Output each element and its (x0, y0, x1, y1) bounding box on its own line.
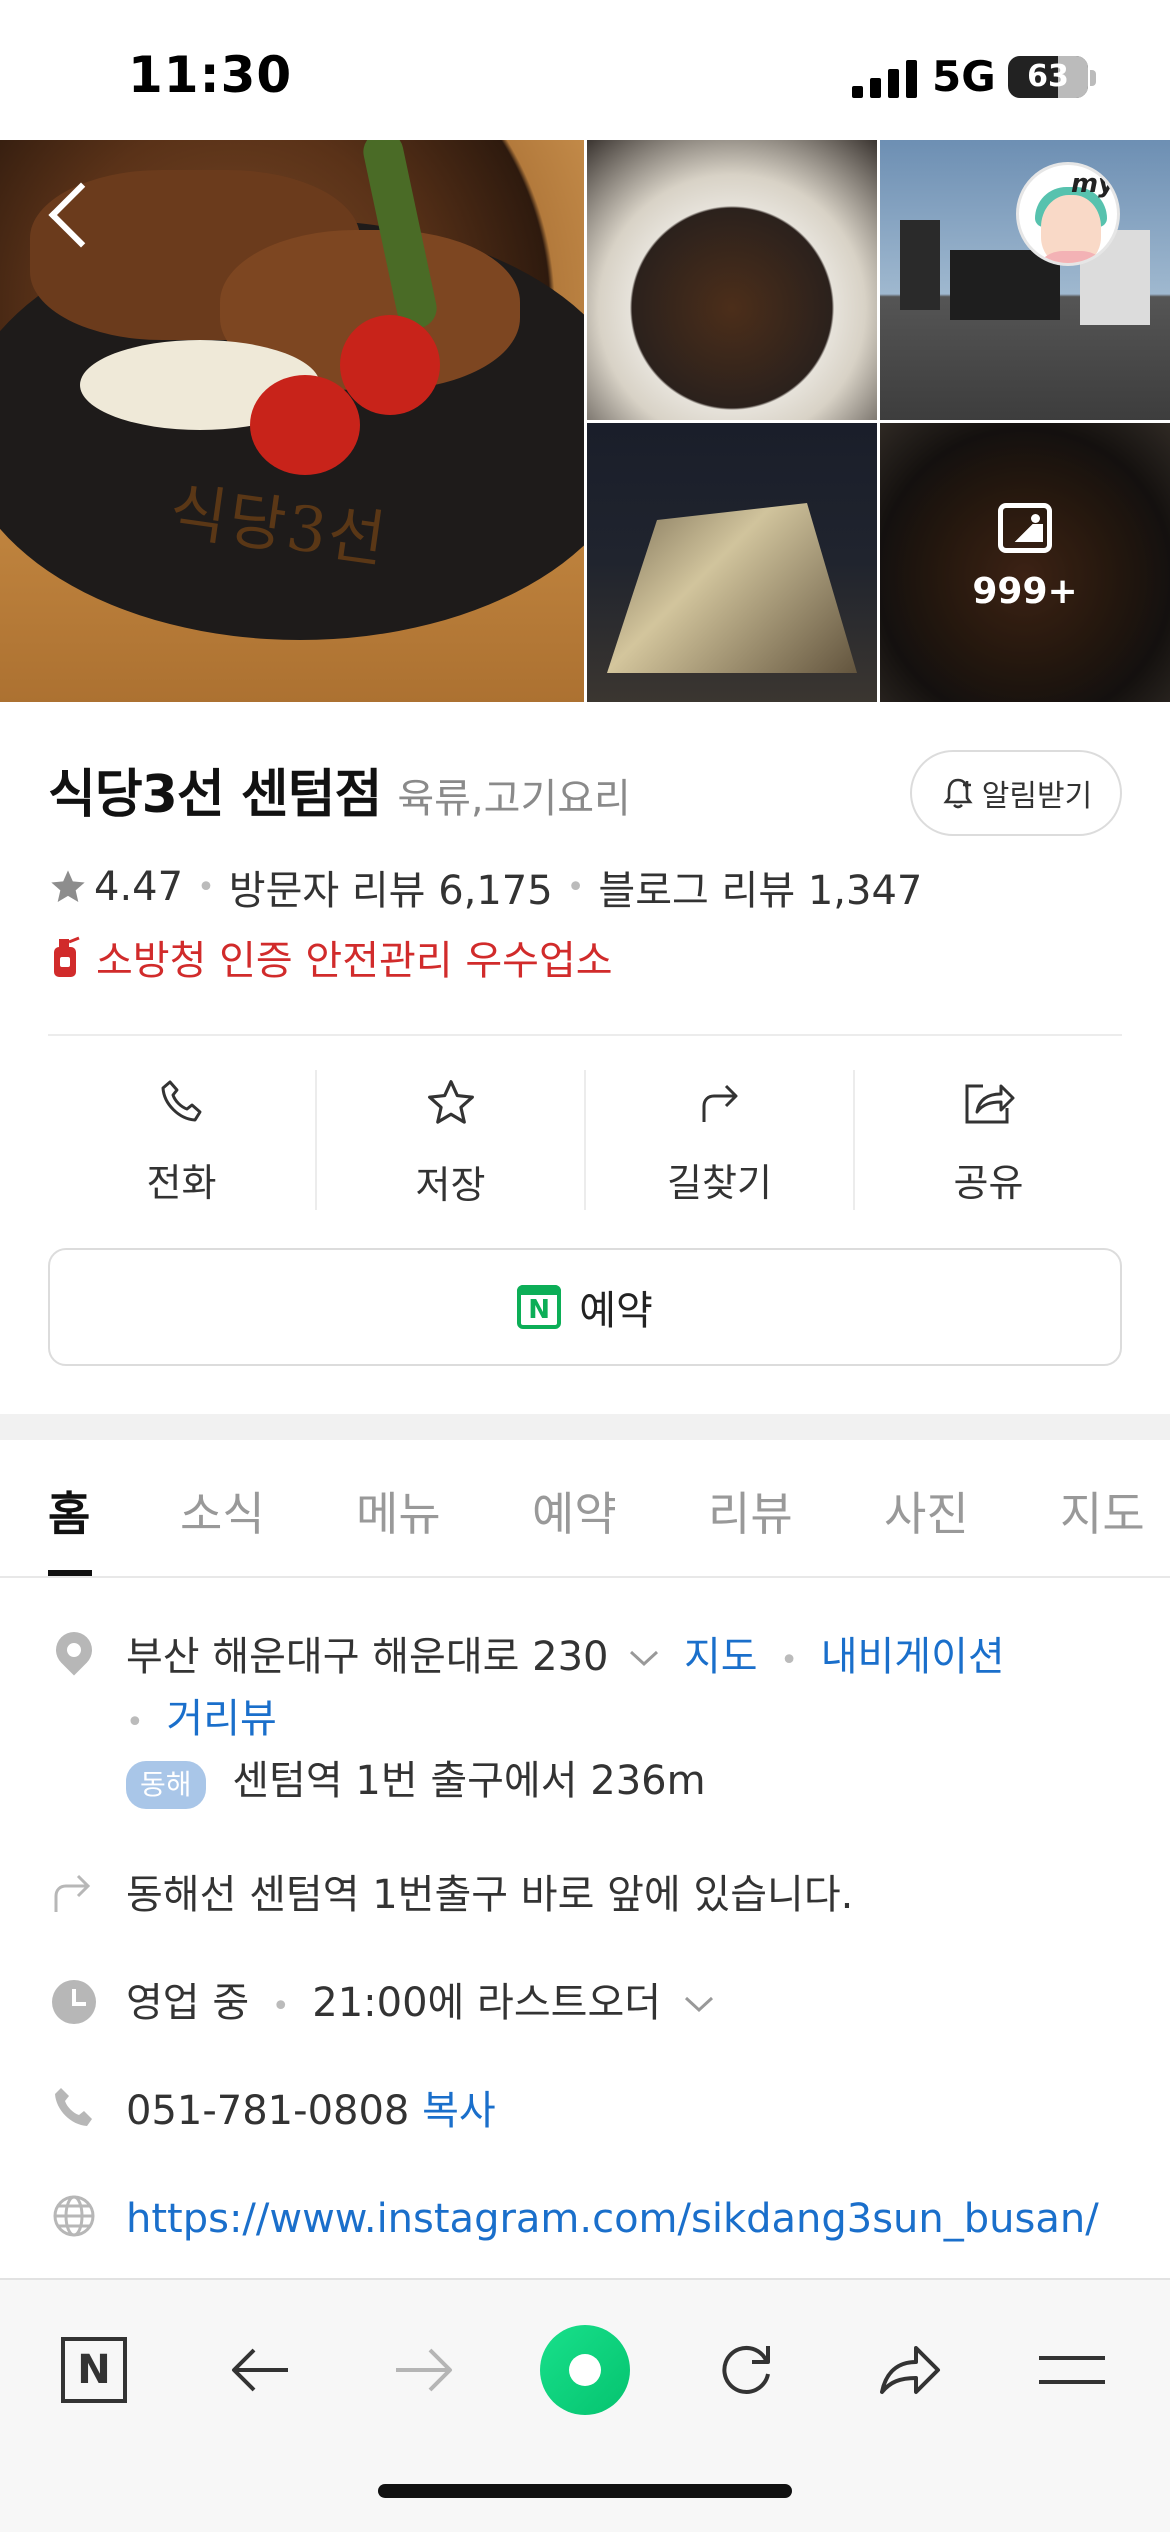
globe-icon (48, 2190, 100, 2242)
subway-distance: 센텀역 1번 출구에서 236m (232, 1758, 706, 1804)
alarm-label: 알림받기 (981, 779, 1093, 814)
photo-thumbnail[interactable] (587, 423, 877, 702)
hamburger-menu-icon (1039, 2356, 1105, 2384)
more-photos[interactable]: 999+ (880, 423, 1170, 702)
tab-news[interactable]: 소식 (180, 1478, 265, 1544)
rating-row: 4.47 • 방문자 리뷰 6,175 • 블로그 리뷰 1,347 (48, 858, 922, 916)
address-text[interactable]: 부산 해운대구 해운대로 230 (126, 1634, 609, 1680)
directions-button[interactable]: 길찾기 (584, 1070, 853, 1210)
fire-extinguisher-icon (54, 936, 80, 977)
map-link[interactable]: 지도 (684, 1634, 758, 1680)
action-bar: 전화 저장 길찾기 공유 (48, 1070, 1122, 1210)
phone-row: 051-781-0808 복사 (48, 2082, 496, 2140)
back-button[interactable] (36, 170, 106, 260)
arrow-left-icon (232, 2348, 288, 2392)
menu-button[interactable] (1022, 2320, 1122, 2420)
alarm-button[interactable]: 알림받기 (910, 750, 1122, 836)
clock-icon (48, 1974, 100, 2026)
image-icon (998, 503, 1052, 553)
naver-n-icon: N (61, 2337, 127, 2403)
directions-row: 동해선 센텀역 1번출구 바로 앞에 있습니다. (48, 1866, 853, 1924)
signal-icon (852, 60, 917, 98)
directions-icon (702, 1084, 737, 1122)
chevron-down-icon[interactable] (682, 1992, 716, 2016)
location-pin-icon (48, 1624, 100, 1680)
directions-icon (48, 1866, 100, 1918)
action-label: 공유 (953, 1161, 1024, 1205)
bell-icon (943, 778, 973, 809)
last-order: 21:00에 라스트오더 (312, 1980, 662, 2026)
green-dot-icon (540, 2325, 630, 2415)
refresh-button[interactable] (696, 2320, 796, 2420)
action-label: 길찾기 (667, 1161, 772, 1205)
share-page-button[interactable] (860, 2320, 960, 2420)
website-row: https://www.instagram.com/sikdang3sun_bu… (48, 2190, 1099, 2248)
title-row: 식당3선 센텀점 육류,고기요리 (48, 752, 631, 827)
place-name: 식당3선 센텀점 (48, 765, 382, 825)
action-label: 저장 (415, 1163, 486, 1207)
forward-nav-button[interactable] (374, 2320, 474, 2420)
tab-reserve[interactable]: 예약 (532, 1478, 617, 1544)
tab-map[interactable]: 지도 (1060, 1478, 1145, 1544)
share-arrow-icon (880, 2346, 940, 2394)
phone-icon (161, 1080, 201, 1122)
home-indicator (378, 2484, 792, 2498)
tab-review[interactable]: 리뷰 (708, 1478, 793, 1544)
hours-status: 영업 중 (126, 1980, 250, 2026)
status-time: 11:30 (128, 46, 293, 104)
share-icon (965, 1084, 1014, 1124)
back-nav-button[interactable] (210, 2320, 310, 2420)
phone-icon (48, 2082, 100, 2134)
arrow-right-icon (396, 2348, 452, 2392)
streetview-link[interactable]: 거리뷰 (166, 1696, 276, 1742)
naver-reserve-icon: N (517, 1285, 562, 1329)
tab-menu[interactable]: 메뉴 (356, 1478, 441, 1544)
section-gap (0, 1414, 1170, 1440)
photo-thumbnail[interactable] (587, 140, 877, 420)
photo-thumbnail[interactable] (880, 140, 1170, 420)
reserve-label: 예약 (579, 1288, 653, 1334)
status-bar: 11:30 5G 63 (0, 0, 1170, 140)
copy-phone-link[interactable]: 복사 (422, 2088, 496, 2134)
rating-value: 4.47 (94, 864, 184, 910)
refresh-icon (722, 2345, 770, 2394)
hours-row[interactable]: 영업 중 • 21:00에 라스트오더 (48, 1974, 716, 2036)
tab-photo[interactable]: 사진 (884, 1478, 969, 1544)
website-link[interactable]: https://www.instagram.com/sikdang3sun_bu… (126, 2190, 1099, 2248)
directions-note: 동해선 센텀역 1번출구 바로 앞에 있습니다. (126, 1872, 854, 1918)
green-dot-button[interactable] (535, 2320, 635, 2420)
battery-icon: 63 (1008, 56, 1088, 98)
divider (48, 1034, 1122, 1036)
battery-level: 63 (1027, 59, 1069, 94)
network-label: 5G (932, 52, 996, 101)
share-button[interactable]: 공유 (853, 1070, 1122, 1210)
place-category: 육류,고기요리 (397, 776, 631, 822)
safety-badge[interactable]: 소방청 인증 안전관리 우수업소 (48, 928, 613, 986)
action-label: 전화 (146, 1161, 217, 1205)
tab-home[interactable]: 홈 (48, 1478, 90, 1544)
photo-gallery: 식당3선 999+ (0, 140, 1170, 702)
battery-nub (1090, 70, 1096, 86)
reserve-button[interactable]: N 예약 (48, 1248, 1122, 1366)
safety-text: 소방청 인증 안전관리 우수업소 (96, 938, 613, 984)
star-icon (427, 1080, 474, 1124)
chevron-down-icon[interactable] (627, 1646, 661, 1670)
tab-bar: 홈 소식 메뉴 예약 리뷰 사진 지도 (0, 1440, 1170, 1578)
star-icon (51, 870, 85, 902)
visitor-reviews[interactable]: 방문자 리뷰 6,175 (229, 858, 553, 916)
tab-active-indicator (48, 1570, 92, 1576)
blog-reviews[interactable]: 블로그 리뷰 1,347 (598, 858, 922, 916)
subway-line-badge: 동해 (126, 1761, 206, 1809)
phone-number[interactable]: 051-781-0808 (126, 2088, 409, 2134)
place-detail-page: 11:30 5G 63 식당3선 999+ my 식당3선 센텀점 육류,고기요… (0, 0, 1170, 2532)
navigation-link[interactable]: 내비게이션 (821, 1634, 1005, 1680)
more-photos-count: 999+ (972, 571, 1078, 612)
naver-home-button[interactable]: N (44, 2320, 144, 2420)
address-row: 부산 해운대구 해운대로 230 지도 • 내비게이션 • 거리뷰 동해 센텀역… (48, 1624, 1005, 1810)
call-button[interactable]: 전화 (48, 1070, 315, 1210)
my-avatar[interactable]: my (1016, 162, 1120, 266)
save-button[interactable]: 저장 (315, 1070, 584, 1210)
